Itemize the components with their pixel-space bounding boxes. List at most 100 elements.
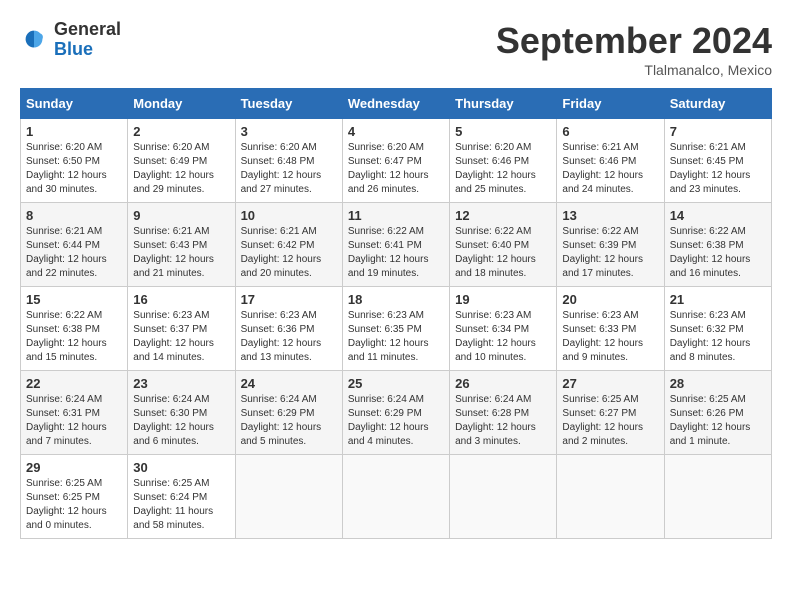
calendar-cell: 15 Sunrise: 6:22 AM Sunset: 6:38 PM Dayl… xyxy=(21,287,128,371)
sunset-label: Sunset: 6:31 PM xyxy=(26,408,100,419)
calendar-cell: 6 Sunrise: 6:21 AM Sunset: 6:46 PM Dayli… xyxy=(557,119,664,203)
sunrise-label: Sunrise: 6:20 AM xyxy=(26,142,102,153)
header-tuesday: Tuesday xyxy=(235,89,342,119)
daylight-label: Daylight: 12 hours and 13 minutes. xyxy=(241,338,322,363)
day-number: 9 xyxy=(133,208,229,223)
sunrise-label: Sunrise: 6:24 AM xyxy=(241,394,317,405)
sunset-label: Sunset: 6:33 PM xyxy=(562,324,636,335)
location-subtitle: Tlalmanalco, Mexico xyxy=(496,62,772,78)
calendar-cell: 18 Sunrise: 6:23 AM Sunset: 6:35 PM Dayl… xyxy=(342,287,449,371)
calendar-cell: 27 Sunrise: 6:25 AM Sunset: 6:27 PM Dayl… xyxy=(557,371,664,455)
sunrise-label: Sunrise: 6:21 AM xyxy=(241,226,317,237)
header-friday: Friday xyxy=(557,89,664,119)
calendar-cell: 17 Sunrise: 6:23 AM Sunset: 6:36 PM Dayl… xyxy=(235,287,342,371)
sunrise-label: Sunrise: 6:20 AM xyxy=(348,142,424,153)
sunset-label: Sunset: 6:28 PM xyxy=(455,408,529,419)
sunrise-label: Sunrise: 6:25 AM xyxy=(26,478,102,489)
calendar-cell: 8 Sunrise: 6:21 AM Sunset: 6:44 PM Dayli… xyxy=(21,203,128,287)
day-number: 21 xyxy=(670,292,766,307)
sunrise-label: Sunrise: 6:22 AM xyxy=(562,226,638,237)
daylight-label: Daylight: 11 hours and 58 minutes. xyxy=(133,506,213,531)
sunrise-label: Sunrise: 6:23 AM xyxy=(241,310,317,321)
daylight-label: Daylight: 12 hours and 27 minutes. xyxy=(241,170,322,195)
sunset-label: Sunset: 6:37 PM xyxy=(133,324,207,335)
day-info: Sunrise: 6:25 AM Sunset: 6:25 PM Dayligh… xyxy=(26,477,122,533)
calendar-header-row: SundayMondayTuesdayWednesdayThursdayFrid… xyxy=(21,89,772,119)
day-number: 25 xyxy=(348,376,444,391)
daylight-label: Daylight: 12 hours and 11 minutes. xyxy=(348,338,429,363)
sunset-label: Sunset: 6:25 PM xyxy=(26,492,100,503)
day-info: Sunrise: 6:24 AM Sunset: 6:28 PM Dayligh… xyxy=(455,393,551,449)
sunset-label: Sunset: 6:30 PM xyxy=(133,408,207,419)
header-saturday: Saturday xyxy=(664,89,771,119)
sunrise-label: Sunrise: 6:22 AM xyxy=(26,310,102,321)
day-info: Sunrise: 6:20 AM Sunset: 6:47 PM Dayligh… xyxy=(348,141,444,197)
calendar-cell: 19 Sunrise: 6:23 AM Sunset: 6:34 PM Dayl… xyxy=(450,287,557,371)
sunset-label: Sunset: 6:32 PM xyxy=(670,324,744,335)
daylight-label: Daylight: 12 hours and 18 minutes. xyxy=(455,254,536,279)
day-number: 12 xyxy=(455,208,551,223)
sunset-label: Sunset: 6:29 PM xyxy=(348,408,422,419)
day-number: 14 xyxy=(670,208,766,223)
calendar-cell: 24 Sunrise: 6:24 AM Sunset: 6:29 PM Dayl… xyxy=(235,371,342,455)
sunrise-label: Sunrise: 6:24 AM xyxy=(26,394,102,405)
calendar-cell: 5 Sunrise: 6:20 AM Sunset: 6:46 PM Dayli… xyxy=(450,119,557,203)
daylight-label: Daylight: 12 hours and 14 minutes. xyxy=(133,338,214,363)
sunrise-label: Sunrise: 6:22 AM xyxy=(455,226,531,237)
day-info: Sunrise: 6:22 AM Sunset: 6:38 PM Dayligh… xyxy=(26,309,122,365)
daylight-label: Daylight: 12 hours and 1 minute. xyxy=(670,422,751,447)
sunset-label: Sunset: 6:27 PM xyxy=(562,408,636,419)
day-info: Sunrise: 6:21 AM Sunset: 6:44 PM Dayligh… xyxy=(26,225,122,281)
sunset-label: Sunset: 6:45 PM xyxy=(670,156,744,167)
day-number: 19 xyxy=(455,292,551,307)
day-number: 5 xyxy=(455,124,551,139)
calendar-cell xyxy=(450,455,557,539)
calendar-cell: 28 Sunrise: 6:25 AM Sunset: 6:26 PM Dayl… xyxy=(664,371,771,455)
daylight-label: Daylight: 12 hours and 17 minutes. xyxy=(562,254,643,279)
day-info: Sunrise: 6:24 AM Sunset: 6:30 PM Dayligh… xyxy=(133,393,229,449)
daylight-label: Daylight: 12 hours and 16 minutes. xyxy=(670,254,751,279)
daylight-label: Daylight: 12 hours and 4 minutes. xyxy=(348,422,429,447)
page-header: General Blue September 2024 Tlalmanalco,… xyxy=(20,20,772,78)
sunset-label: Sunset: 6:36 PM xyxy=(241,324,315,335)
sunrise-label: Sunrise: 6:23 AM xyxy=(455,310,531,321)
calendar-cell: 11 Sunrise: 6:22 AM Sunset: 6:41 PM Dayl… xyxy=(342,203,449,287)
day-info: Sunrise: 6:21 AM Sunset: 6:46 PM Dayligh… xyxy=(562,141,658,197)
sunrise-label: Sunrise: 6:23 AM xyxy=(562,310,638,321)
daylight-label: Daylight: 12 hours and 26 minutes. xyxy=(348,170,429,195)
calendar-cell: 3 Sunrise: 6:20 AM Sunset: 6:48 PM Dayli… xyxy=(235,119,342,203)
sunrise-label: Sunrise: 6:20 AM xyxy=(455,142,531,153)
logo: General Blue xyxy=(20,20,121,60)
calendar-cell: 21 Sunrise: 6:23 AM Sunset: 6:32 PM Dayl… xyxy=(664,287,771,371)
calendar-cell: 1 Sunrise: 6:20 AM Sunset: 6:50 PM Dayli… xyxy=(21,119,128,203)
day-info: Sunrise: 6:23 AM Sunset: 6:35 PM Dayligh… xyxy=(348,309,444,365)
day-number: 28 xyxy=(670,376,766,391)
sunrise-label: Sunrise: 6:25 AM xyxy=(562,394,638,405)
day-number: 30 xyxy=(133,460,229,475)
calendar-cell: 20 Sunrise: 6:23 AM Sunset: 6:33 PM Dayl… xyxy=(557,287,664,371)
sunrise-label: Sunrise: 6:21 AM xyxy=(133,226,209,237)
day-number: 10 xyxy=(241,208,337,223)
calendar-cell: 13 Sunrise: 6:22 AM Sunset: 6:39 PM Dayl… xyxy=(557,203,664,287)
sunrise-label: Sunrise: 6:22 AM xyxy=(348,226,424,237)
day-info: Sunrise: 6:23 AM Sunset: 6:37 PM Dayligh… xyxy=(133,309,229,365)
sunset-label: Sunset: 6:47 PM xyxy=(348,156,422,167)
sunset-label: Sunset: 6:35 PM xyxy=(348,324,422,335)
sunrise-label: Sunrise: 6:21 AM xyxy=(562,142,638,153)
calendar-cell: 25 Sunrise: 6:24 AM Sunset: 6:29 PM Dayl… xyxy=(342,371,449,455)
day-info: Sunrise: 6:23 AM Sunset: 6:32 PM Dayligh… xyxy=(670,309,766,365)
daylight-label: Daylight: 12 hours and 9 minutes. xyxy=(562,338,643,363)
sunset-label: Sunset: 6:24 PM xyxy=(133,492,207,503)
sunset-label: Sunset: 6:50 PM xyxy=(26,156,100,167)
day-number: 26 xyxy=(455,376,551,391)
day-number: 18 xyxy=(348,292,444,307)
logo-blue: Blue xyxy=(54,40,121,60)
calendar-cell xyxy=(235,455,342,539)
daylight-label: Daylight: 12 hours and 23 minutes. xyxy=(670,170,751,195)
daylight-label: Daylight: 12 hours and 2 minutes. xyxy=(562,422,643,447)
sunset-label: Sunset: 6:46 PM xyxy=(562,156,636,167)
sunrise-label: Sunrise: 6:23 AM xyxy=(133,310,209,321)
day-number: 7 xyxy=(670,124,766,139)
day-number: 23 xyxy=(133,376,229,391)
calendar-cell: 12 Sunrise: 6:22 AM Sunset: 6:40 PM Dayl… xyxy=(450,203,557,287)
